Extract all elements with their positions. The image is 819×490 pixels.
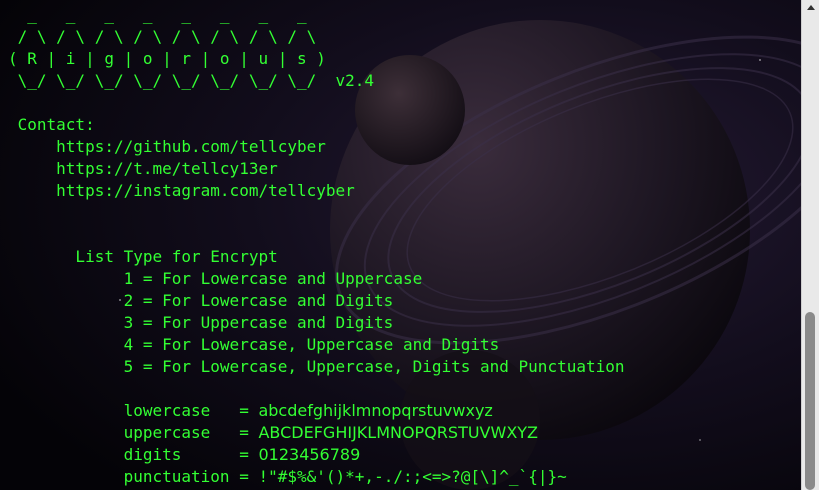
charset-row-lowercase: lowercase = abcdefghijklmnopqrstuvwxyz [8,400,493,422]
banner-line-3: ( R | i | g | o | r | o | u | s ) [8,49,326,68]
charset-name: digits [8,445,230,464]
charset-row-punctuation: punctuation = !"#$%&'()*+,-./:;<=>?@[\]^… [8,466,567,488]
charset-name: uppercase [8,423,230,442]
charset-equals: = [229,467,259,486]
charset-name: punctuation [8,467,230,486]
terminal-output: _ _ _ _ _ _ _ _ / \ / \ / \ / \ / \ / \ … [0,0,801,490]
charset-equals: = [229,423,259,442]
vertical-scrollbar[interactable] [801,0,819,490]
charset-row-uppercase: uppercase = ABCDEFGHIJKLMNOPQRSTUVWXYZ [8,422,538,444]
list-type-option-5: 5 = For Lowercase, Uppercase, Digits and… [8,357,625,376]
charset-equals: = [229,401,259,420]
charset-value: ABCDEFGHIJKLMNOPQRSTUVWXYZ [258,423,539,442]
banner-line-2: / \ / \ / \ / \ / \ / \ / \ / \ [8,27,317,46]
charset-row-digits: digits = 0123456789 [8,444,361,466]
contact-link-telegram: https://t.me/tellcy13er [8,159,278,178]
list-type-option-4: 4 = For Lowercase, Uppercase and Digits [8,335,500,354]
list-type-option-2: 2 = For Lowercase and Digits [8,291,394,310]
list-type-option-1: 1 = For Lowercase and Uppercase [8,269,423,288]
charset-value: abcdefghijklmnopqrstuvwxyz [258,401,493,420]
contact-link-instagram: https://instagram.com/tellcyber [8,181,355,200]
scrollbar-thumb[interactable] [805,312,815,490]
charset-value: !"#$%&'()*+,-./:;<=>?@[\]^_`{|}~ [258,467,567,486]
charset-equals: = [229,445,259,464]
contact-label: Contact: [8,115,95,134]
list-type-heading: List Type for Encrypt [8,247,278,266]
list-type-option-3: 3 = For Uppercase and Digits [8,313,394,332]
contact-link-github: https://github.com/tellcyber [8,137,326,156]
scroll-up-arrow-icon[interactable] [802,0,819,14]
banner-line-4-version: \_/ \_/ \_/ \_/ \_/ \_/ \_/ \_/ v2.4 [8,71,375,90]
charset-name: lowercase [8,401,230,420]
charset-value: 0123456789 [258,445,361,464]
banner-line-1: _ _ _ _ _ _ _ _ [8,5,307,24]
